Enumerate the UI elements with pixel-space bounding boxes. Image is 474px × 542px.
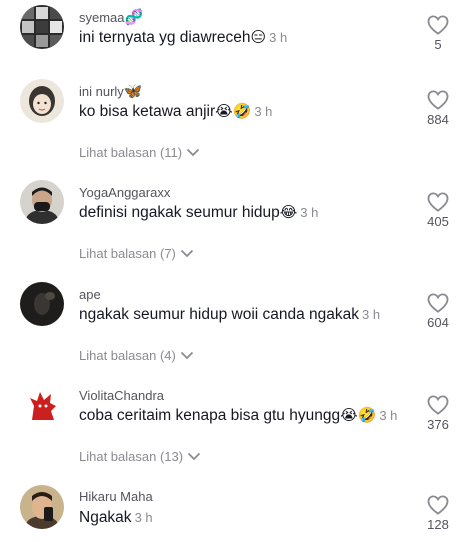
avatar[interactable]: [20, 5, 64, 49]
avatar[interactable]: [20, 384, 64, 428]
view-replies-button[interactable]: Lihat balasan (11): [79, 145, 200, 160]
like-count: 5: [434, 37, 442, 52]
heart-outline-icon: [427, 495, 449, 515]
comment-emoji: 😑: [250, 28, 267, 46]
chevron-down-icon: [180, 249, 193, 258]
comment-body: ngakak seumur hidup woii canda ngakak 3 h: [79, 306, 381, 323]
comment-username[interactable]: ini nurly🦋: [79, 82, 142, 100]
heart-outline-icon: [427, 192, 449, 212]
chevron-down-icon: [180, 351, 193, 360]
like-button[interactable]: 376: [422, 395, 454, 432]
comment-body: ini ternyata yg diawreceh😑 3 h: [79, 28, 288, 46]
comment-username[interactable]: ViolitaChandra: [79, 386, 164, 404]
username-emoji: 🦋: [123, 82, 143, 100]
view-replies-button[interactable]: Lihat balasan (7): [79, 246, 194, 261]
comment-username[interactable]: YogaAnggaraxx: [79, 183, 170, 201]
like-button[interactable]: 405: [422, 192, 454, 229]
heart-outline-icon: [427, 395, 449, 415]
avatar[interactable]: [20, 180, 64, 224]
view-replies-button[interactable]: Lihat balasan (4): [79, 348, 194, 363]
comment-body: definisi ngakak seumur hidup😂 3 h: [79, 203, 319, 221]
comment-time: 3 h: [254, 104, 273, 119]
comment-body: coba ceritaim kenapa bisa gtu hyungg😭🤣 3 …: [79, 406, 398, 424]
like-button[interactable]: 5: [422, 15, 454, 52]
chevron-down-icon: [186, 148, 200, 157]
comment-body: ko bisa ketawa anjir😭🤣 3 h: [79, 102, 273, 120]
comment-time: 3 h: [134, 510, 153, 525]
like-count: 128: [427, 517, 449, 532]
comment-emoji: 😭🤣: [340, 406, 377, 424]
like-count: 604: [427, 315, 449, 330]
comment-username[interactable]: ape: [79, 285, 101, 303]
heart-outline-icon: [427, 15, 449, 35]
comment-time: 3 h: [269, 30, 288, 45]
comment-emoji: 😂: [279, 203, 298, 221]
comment-username[interactable]: Hikaru Maha: [79, 487, 153, 505]
like-button[interactable]: 604: [422, 293, 454, 330]
avatar[interactable]: [20, 282, 64, 326]
comment-time: 3 h: [362, 307, 381, 322]
like-count: 884: [427, 112, 449, 127]
heart-outline-icon: [427, 90, 449, 110]
username-emoji: 🧬: [124, 8, 144, 26]
comment-body: Ngakak 3 h: [79, 509, 153, 526]
like-count: 405: [427, 214, 449, 229]
heart-outline-icon: [427, 293, 449, 313]
like-count: 376: [427, 417, 449, 432]
comment-time: 3 h: [379, 408, 398, 423]
like-button[interactable]: 884: [422, 90, 454, 127]
chevron-down-icon: [187, 452, 201, 461]
comment-username[interactable]: syemaa🧬: [79, 8, 143, 26]
avatar[interactable]: [20, 485, 64, 529]
avatar[interactable]: [20, 79, 64, 123]
view-replies-button[interactable]: Lihat balasan (13): [79, 449, 201, 464]
comment-time: 3 h: [300, 205, 319, 220]
like-button[interactable]: 128: [422, 495, 454, 532]
comment-emoji: 😭🤣: [215, 102, 252, 120]
